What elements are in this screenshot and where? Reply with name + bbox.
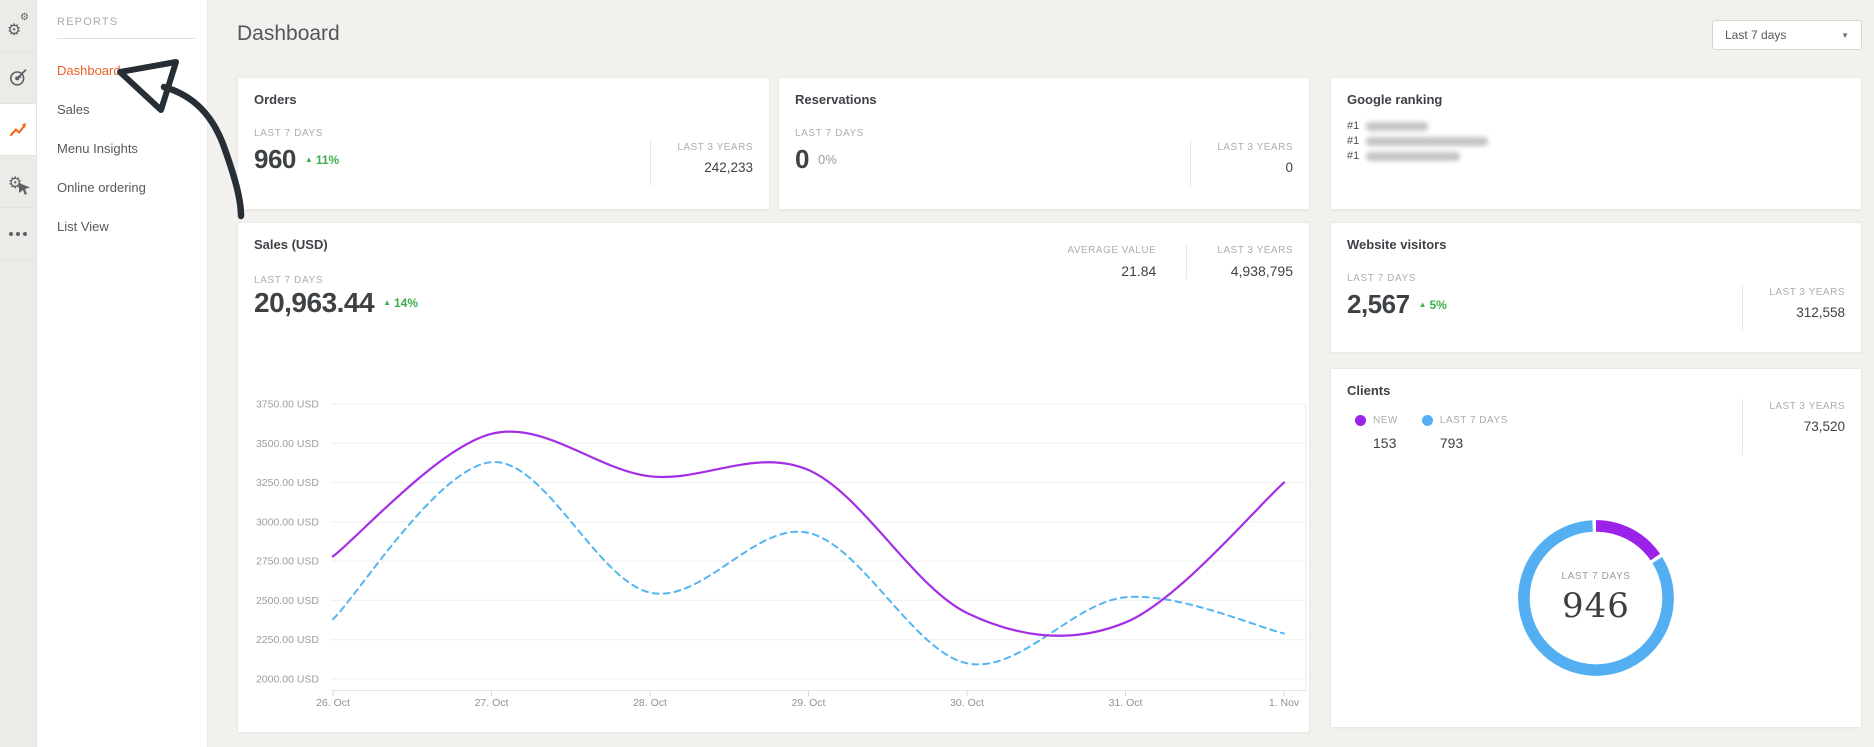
card-title: Clients (1347, 383, 1390, 398)
ranking-row: #1 (1347, 150, 1460, 162)
rail-item-reports[interactable] (0, 104, 36, 156)
card-title: Reservations (795, 92, 877, 107)
reservations-value: 0 (795, 144, 809, 175)
google-ranking-card: Google ranking #1 #1 #1 (1330, 77, 1862, 210)
visitors-delta: ▲5% (1419, 298, 1447, 312)
date-range-selector[interactable]: Last 7 days ▼ (1712, 20, 1862, 50)
legend-item-new: NEW 153 (1355, 415, 1398, 451)
automation-gear-icon: ⚙ (7, 171, 29, 193)
main-content: Dashboard Last 7 days ▼ Orders LAST 7 DA… (208, 0, 1874, 747)
sidebar-item-list-view[interactable]: List View (57, 220, 146, 233)
legend-dot (1422, 415, 1433, 426)
sales-chart-area: 3750.00 USD 3500.00 USD 3250.00 USD 3000.00… (250, 396, 1299, 712)
clients-donut-area: LAST 7 DAYS 946 (1507, 509, 1685, 687)
svg-text:27. Oct: 27. Oct (475, 697, 509, 709)
svg-text:31. Oct: 31. Oct (1109, 697, 1143, 709)
reservations-delta: 0% (818, 152, 837, 167)
svg-text:3750.00 USD: 3750.00 USD (256, 399, 319, 411)
sales-delta: ▲14% (383, 296, 418, 310)
reservations-secondary: LAST 3 YEARS 0 (1190, 140, 1293, 186)
sidebar-item-online-ordering[interactable]: Online ordering (57, 181, 146, 194)
orders-delta: ▲11% (305, 153, 339, 167)
visitors-secondary: LAST 3 YEARS 312,558 (1742, 285, 1845, 331)
sales-line-chart: 3750.00 USD 3500.00 USD 3250.00 USD 3000.00… (250, 396, 1310, 710)
clients-card: Clients NEW 153 LAST 7 DAYS 793 LAST 3 Y… (1330, 368, 1862, 728)
ranking-row: #1 (1347, 135, 1488, 147)
card-title: Orders (254, 92, 297, 107)
sales-value: 20,963.44 (254, 287, 374, 319)
legend-dot (1355, 415, 1366, 426)
period-label: LAST 7 DAYS (254, 128, 323, 139)
card-title: Sales (USD) (254, 237, 328, 252)
sidebar-divider (57, 38, 195, 39)
svg-text:28. Oct: 28. Oct (633, 697, 667, 709)
page-title: Dashboard (237, 22, 340, 46)
average-value-stat: AVERAGE VALUE 21.84 (1037, 245, 1156, 279)
card-title: Website visitors (1347, 237, 1446, 252)
clients-donut-chart (1507, 509, 1685, 687)
sidebar-section-title: REPORTS (57, 16, 118, 28)
dashboard-page: ⚙⚙ ⚙ (0, 0, 1874, 747)
svg-text:2000.00 USD: 2000.00 USD (256, 674, 319, 686)
orders-card: Orders LAST 7 DAYS 960 ▲11% LAST 3 YEARS… (237, 77, 770, 210)
rail-item-settings[interactable]: ⚙⚙ (0, 0, 36, 52)
svg-text:26. Oct: 26. Oct (316, 697, 350, 709)
orders-value: 960 (254, 144, 296, 175)
rail-item-goals[interactable] (0, 52, 36, 104)
redacted-keyword (1366, 137, 1488, 146)
sidebar-item-menu-insights[interactable]: Menu Insights (57, 142, 146, 155)
rail-item-more[interactable] (0, 208, 36, 260)
sales-stats: AVERAGE VALUE 21.84 LAST 3 YEARS 4,938,7… (1037, 245, 1293, 279)
date-range-value: Last 7 days (1725, 28, 1786, 42)
svg-text:2500.00 USD: 2500.00 USD (256, 595, 319, 607)
clients-secondary: LAST 3 YEARS 73,520 (1742, 399, 1845, 455)
reservations-card: Reservations LAST 7 DAYS 0 0% LAST 3 YEA… (778, 77, 1310, 210)
svg-text:1. Nov: 1. Nov (1269, 697, 1300, 709)
legend-item-last7days: LAST 7 DAYS 793 (1422, 415, 1508, 451)
icon-rail: ⚙⚙ ⚙ (0, 0, 37, 747)
up-triangle-icon: ▲ (1419, 301, 1427, 309)
settings-gears-icon: ⚙⚙ (7, 15, 29, 37)
sidebar-nav: Dashboard Sales Menu Insights Online ord… (57, 64, 146, 259)
redacted-keyword (1366, 122, 1428, 131)
period-label: LAST 7 DAYS (795, 128, 864, 139)
line-chart-icon (9, 120, 28, 139)
target-dart-icon (9, 68, 28, 87)
svg-text:3500.00 USD: 3500.00 USD (256, 438, 319, 450)
website-visitors-card: Website visitors LAST 7 DAYS 2,567 ▲5% L… (1330, 222, 1862, 353)
last-3-years-stat: LAST 3 YEARS 4,938,795 (1186, 245, 1293, 279)
visitors-value: 2,567 (1347, 289, 1410, 320)
svg-text:2750.00 USD: 2750.00 USD (256, 556, 319, 568)
svg-text:29. Oct: 29. Oct (792, 697, 826, 709)
period-label: LAST 7 DAYS (1347, 273, 1416, 284)
orders-secondary: LAST 3 YEARS 242,233 (650, 140, 753, 186)
redacted-keyword (1366, 152, 1460, 161)
svg-text:30. Oct: 30. Oct (950, 697, 984, 709)
up-triangle-icon: ▲ (383, 299, 391, 307)
chevron-down-icon: ▼ (1841, 31, 1849, 40)
more-ellipsis-icon (9, 232, 27, 236)
sidebar-item-sales[interactable]: Sales (57, 103, 146, 116)
sidebar-item-dashboard[interactable]: Dashboard (57, 64, 146, 77)
reports-sidebar: REPORTS Dashboard Sales Menu Insights On… (37, 0, 208, 747)
card-title: Google ranking (1347, 92, 1442, 107)
period-label: LAST 7 DAYS (254, 275, 323, 286)
svg-text:3250.00 USD: 3250.00 USD (256, 477, 319, 489)
ranking-row: #1 (1347, 120, 1428, 132)
svg-text:3000.00 USD: 3000.00 USD (256, 516, 319, 528)
sales-card: Sales (USD) LAST 7 DAYS 20,963.44 ▲14% A… (237, 222, 1310, 733)
up-triangle-icon: ▲ (305, 156, 313, 164)
rail-item-automation[interactable]: ⚙ (0, 156, 36, 208)
clients-legend: NEW 153 LAST 7 DAYS 793 (1355, 415, 1508, 451)
svg-text:2250.00 USD: 2250.00 USD (256, 634, 319, 646)
